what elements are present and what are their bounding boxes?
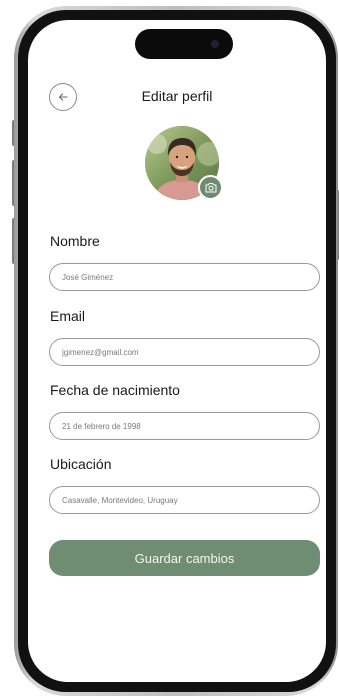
name-input[interactable] <box>49 263 320 291</box>
front-camera-icon <box>211 40 219 48</box>
birthdate-input[interactable] <box>49 412 320 440</box>
canvas: Editar perfil Nombre José Giménez Email … <box>0 0 339 698</box>
phone-screen: Editar perfil Nombre José Giménez Email … <box>28 20 326 682</box>
page-title: Editar perfil <box>141 88 213 104</box>
birthdate-label: Fecha de nacimiento <box>50 382 180 398</box>
location-input[interactable] <box>49 486 320 514</box>
dynamic-island <box>135 29 233 59</box>
save-changes-button[interactable]: Guardar cambios <box>49 540 320 576</box>
camera-icon <box>205 183 216 193</box>
email-input[interactable] <box>49 338 320 366</box>
location-label: Ubicación <box>50 456 112 472</box>
email-label: Email <box>50 308 86 324</box>
name-label: Nombre <box>50 233 100 249</box>
change-photo-button[interactable] <box>198 175 223 200</box>
